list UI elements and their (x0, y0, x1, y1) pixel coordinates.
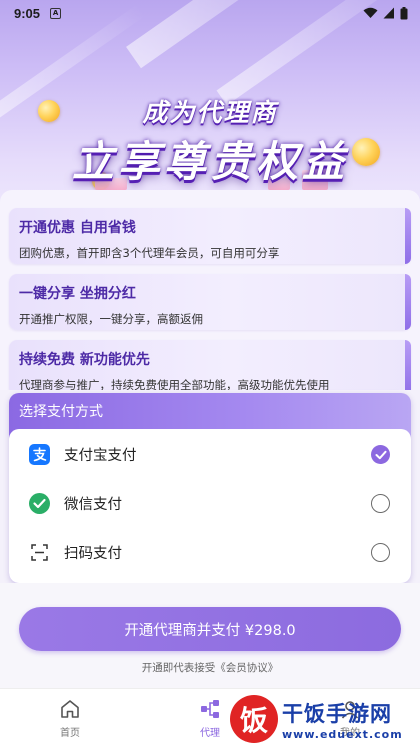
watermark-name: 干饭手游网 (282, 701, 392, 726)
subscribe-pay-button[interactable]: 开通代理商并支付 ¥298.0 (19, 607, 401, 651)
watermark-url: www.eduext.com (282, 727, 403, 741)
nav-item-home[interactable]: 首页 (0, 689, 140, 746)
home-icon (61, 700, 79, 718)
hero-title: 成为代理商 (142, 98, 278, 127)
radio-checked[interactable] (371, 445, 390, 464)
alipay-icon (29, 444, 50, 465)
agreement-text[interactable]: 开通即代表接受《会员协议》 (0, 660, 420, 675)
benefit-desc: 开通推广权限，一键分享，高额返佣 (19, 312, 203, 326)
radio-unchecked[interactable] (371, 494, 390, 513)
benefit-desc: 代理商参与推广，持续免费使用全部功能，高级功能优先使用 (19, 378, 330, 390)
payment-option-wechat[interactable]: 微信支付 (9, 479, 411, 528)
benefit-desc: 团购优惠，首开即含3个代理年会员，可自用可分享 (19, 246, 280, 260)
status-time: 9:05 (14, 5, 41, 21)
payment-options: 支付宝支付 微信支付 扫码支付 (9, 429, 411, 583)
benefit-title: 一键分享 坐拥分红 (19, 286, 136, 302)
action-area: 开通代理商并支付 ¥298.0 开通即代表接受《会员协议》 (0, 583, 420, 688)
status-bar: 9:05 A (0, 0, 420, 26)
payment-option-alipay[interactable]: 支付宝支付 (9, 430, 411, 479)
nav-label: 代理 (200, 728, 220, 739)
wechat-icon (29, 493, 50, 514)
payment-option-label: 支付宝支付 (64, 448, 137, 464)
a-square-icon: A (50, 7, 62, 19)
payment-option-label: 扫码支付 (64, 546, 122, 562)
hero-headline: 立享尊贵权益 (71, 137, 348, 186)
payment-panel: 选择支付方式 支付宝支付 微信支付 扫码支付 (9, 393, 411, 583)
agent-icon (201, 700, 219, 718)
benefit-card: 一键分享 坐拥分红 开通推广权限，一键分享，高额返佣 (9, 274, 411, 330)
wifi-icon (363, 7, 378, 18)
benefit-title: 开通优惠 自用省钱 (19, 220, 136, 236)
benefits-list: 开通优惠 自用省钱 团购优惠，首开即含3个代理年会员，可自用可分享 一键分享 坐… (0, 190, 420, 390)
scan-icon (29, 542, 50, 563)
radio-unchecked[interactable] (371, 543, 390, 562)
payment-header: 选择支付方式 (19, 404, 103, 420)
signal-icon (383, 7, 394, 19)
benefit-card: 开通优惠 自用省钱 团购优惠，首开即含3个代理年会员，可自用可分享 (9, 208, 411, 264)
benefit-card: 持续免费 新功能优先 代理商参与推广，持续免费使用全部功能，高级功能优先使用 (9, 340, 411, 390)
nav-label: 首页 (60, 728, 80, 739)
battery-icon (400, 6, 408, 19)
payment-option-scan[interactable]: 扫码支付 (9, 528, 411, 577)
watermark: 饭 干饭手游网 www.eduext.com (230, 692, 420, 746)
watermark-logo: 饭 (230, 695, 278, 743)
benefit-title: 持续免费 新功能优先 (19, 352, 150, 368)
payment-option-label: 微信支付 (64, 497, 122, 513)
